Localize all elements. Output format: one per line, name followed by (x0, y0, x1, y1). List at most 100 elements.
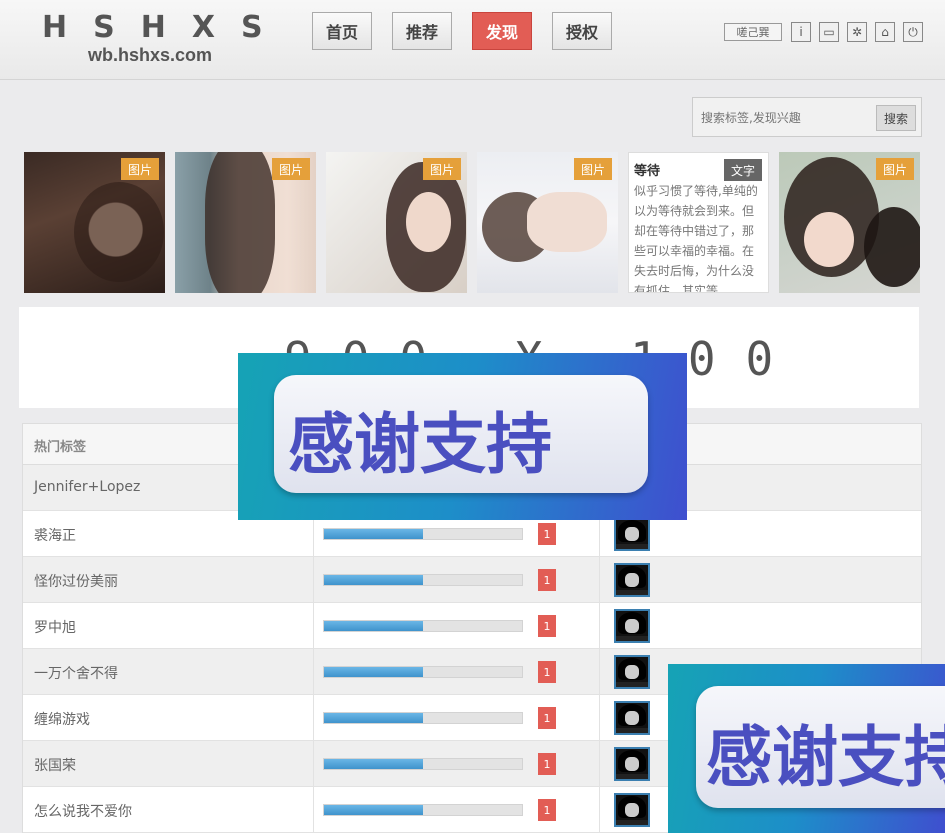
gear-icon[interactable]: ✲ (847, 22, 867, 42)
avatar[interactable] (614, 563, 650, 597)
avatar-face (625, 619, 639, 633)
count-badge: 1 (538, 753, 556, 775)
count-badge: 1 (538, 615, 556, 637)
count-badge: 1 (538, 523, 556, 545)
nav-recommend-button[interactable]: 推荐 (392, 12, 452, 50)
avatar[interactable] (614, 517, 650, 551)
text-card[interactable]: 等待 似乎习惯了等待,单纯的以为等待就会到来。但却在等待中错过了，那些可以幸福的… (628, 152, 769, 293)
thumbnail-card[interactable]: 图片 (326, 152, 467, 293)
column-divider (313, 603, 314, 649)
tag-name[interactable]: 张国荣 (34, 755, 76, 775)
avatar-face (625, 527, 639, 541)
tag-name[interactable]: 罗中旭 (34, 617, 76, 637)
popularity-fill (324, 759, 423, 769)
thanks-overlay-banner[interactable]: 感谢支持 (238, 353, 687, 520)
popularity-fill (324, 713, 423, 723)
avatar[interactable] (614, 609, 650, 643)
type-badge: 文字 (723, 159, 762, 181)
user-name-chip[interactable]: 嗟己巽 (724, 23, 782, 41)
type-badge: 图片 (573, 158, 612, 180)
hair-shape (205, 152, 275, 293)
popularity-fill (324, 667, 423, 677)
popularity-fill (324, 805, 423, 815)
avatar-face (625, 803, 639, 817)
table-row[interactable]: 怪你过份美丽 1 (23, 557, 921, 603)
popularity-fill (324, 529, 423, 539)
column-divider (313, 741, 314, 787)
popularity-bar (323, 574, 523, 586)
thumbnail-card[interactable]: 图片 (24, 152, 165, 293)
search-input[interactable] (701, 106, 871, 130)
tag-name[interactable]: 怎么说我不爱你 (34, 801, 132, 821)
face-shape (406, 192, 451, 252)
table-title: 热门标签 (34, 440, 87, 455)
site-domain: wb.hshxs.com (88, 45, 213, 65)
nav-authorize-button[interactable]: 授权 (552, 12, 612, 50)
popularity-bar (323, 620, 523, 632)
type-badge: 图片 (422, 158, 461, 180)
avatar-caption (616, 544, 648, 549)
type-badge: 图片 (120, 158, 159, 180)
info-icon[interactable]: i (791, 22, 811, 42)
tag-name[interactable]: Jennifer+Lopez (34, 479, 140, 495)
thanks-overlay-banner-partial[interactable]: 感谢支持 (668, 664, 945, 833)
column-divider (599, 741, 600, 787)
count-badge: 1 (538, 799, 556, 821)
count-badge: 1 (538, 707, 556, 729)
avatar-face (625, 573, 639, 587)
popularity-bar (323, 712, 523, 724)
avatar[interactable] (614, 793, 650, 827)
top-header: HSHXS wb.hshxs.com 首页 推荐 发现 授权 嗟己巽 i ▭ ✲… (0, 0, 945, 80)
search-box: 搜索 (692, 97, 922, 137)
site-logo[interactable]: HSHXS (42, 10, 289, 45)
table-row[interactable]: 罗中旭 1 (23, 603, 921, 649)
thumbnail-card[interactable]: 图片 (175, 152, 316, 293)
popularity-bar (323, 666, 523, 678)
search-button[interactable]: 搜索 (876, 105, 916, 131)
home-icon[interactable]: ⌂ (875, 22, 895, 42)
tag-name[interactable]: 一万个舍不得 (34, 663, 118, 683)
popularity-bar (323, 758, 523, 770)
thumbnail-card[interactable]: 图片 (477, 152, 618, 293)
avatar-face (625, 711, 639, 725)
type-badge: 图片 (875, 158, 914, 180)
hair-shape (74, 182, 164, 282)
avatar-face (625, 757, 639, 771)
power-icon[interactable]: ⏻ (903, 22, 923, 42)
tag-name[interactable]: 怪你过份美丽 (34, 571, 118, 591)
message-icon[interactable]: ▭ (819, 22, 839, 42)
column-divider (313, 557, 314, 603)
avatar[interactable] (614, 747, 650, 781)
body-shape (527, 192, 607, 252)
card-title: 等待 (634, 164, 661, 179)
hair-shape (864, 207, 920, 287)
avatar[interactable] (614, 701, 650, 735)
nav-discover-button[interactable]: 发现 (472, 12, 532, 50)
avatar-face (625, 665, 639, 679)
column-divider (599, 603, 600, 649)
avatar-caption (616, 728, 648, 733)
avatar-caption (616, 636, 648, 641)
nav-home-button[interactable]: 首页 (312, 12, 372, 50)
avatar-caption (616, 590, 648, 595)
avatar-caption (616, 774, 648, 779)
avatar[interactable] (614, 655, 650, 689)
thumbnail-card[interactable]: 图片 (779, 152, 920, 293)
popularity-fill (324, 575, 423, 585)
column-divider (313, 695, 314, 741)
tag-name[interactable]: 裘海正 (34, 525, 76, 545)
column-divider (599, 649, 600, 695)
column-divider (599, 695, 600, 741)
popularity-bar (323, 804, 523, 816)
tag-name[interactable]: 缠绵游戏 (34, 709, 90, 729)
type-badge: 图片 (271, 158, 310, 180)
count-badge: 1 (538, 569, 556, 591)
column-divider (599, 557, 600, 603)
popularity-fill (324, 621, 423, 631)
card-excerpt: 似乎习惯了等待,单纯的以为等待就会到来。但却在等待中错过了，那些可以幸福的幸福。… (634, 184, 758, 293)
count-badge: 1 (538, 661, 556, 683)
column-divider (313, 649, 314, 695)
face-shape (804, 212, 854, 267)
avatar-caption (616, 682, 648, 687)
popularity-bar (323, 528, 523, 540)
